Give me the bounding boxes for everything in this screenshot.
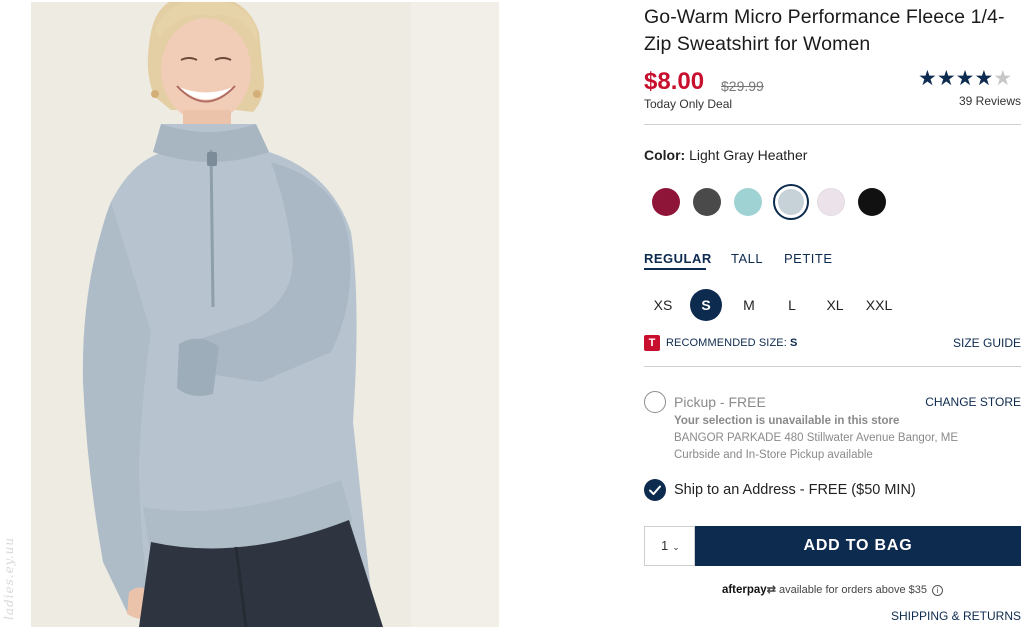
pickup-radio[interactable] [644,391,666,413]
watermark: ladies.ey.uu [2,536,16,620]
star-icon: ★ [936,67,956,90]
divider [644,124,1021,125]
change-store-link[interactable]: CHANGE STORE [920,395,1021,409]
afterpay-logo: afterpay [721,584,767,596]
color-label: Color: [644,147,686,163]
color-label-row: Color: Light Gray Heather [644,147,807,163]
size-option-m[interactable]: M [733,289,765,321]
color-swatch-aqua[interactable] [734,188,762,216]
recommended-size-icon: T [644,335,660,351]
recommended-size-value: S [790,337,798,349]
recommended-size-label: RECOMMENDED SIZE: [666,337,787,349]
color-swatch-light-gray-heather[interactable] [773,184,809,220]
deal-label: Today Only Deal [644,97,733,111]
star-icon: ★ [974,67,994,90]
size-guide-link[interactable]: SIZE GUIDE [930,336,1021,350]
chevron-down-icon: ⌄ [672,542,680,552]
divider [644,366,1021,367]
size-option-s[interactable]: S [690,289,722,321]
color-swatch-charcoal-camo[interactable] [693,188,721,216]
add-to-bag-button[interactable]: ADD TO BAG [695,526,1021,566]
size-option-xs[interactable]: XS [647,289,679,321]
color-swatch-pale-lilac[interactable] [817,188,845,216]
fit-tab-tall[interactable]: TALL [731,251,763,266]
size-option-l[interactable]: L [776,289,808,321]
store-unavailable-text: Your selection is unavailable in this st… [674,415,900,427]
fit-tab-petite[interactable]: PETITE [784,251,833,266]
afterpay-arrows-icon: ⇄ [766,584,776,596]
sale-price: $8.00 [644,68,705,95]
recommended-size: RECOMMENDED SIZE: S [666,337,797,349]
quantity-select[interactable]: 1 ⌄ [644,526,695,566]
color-swatch-burgundy[interactable] [652,188,680,216]
product-image [31,2,499,627]
star-icon: ★ [955,67,975,90]
afterpay-message: afterpay⇄ available for orders above $35… [644,583,1021,596]
ship-to-address-radio[interactable] [644,479,666,501]
original-price: $29.99 [721,78,764,94]
ship-to-address-label: Ship to an Address - FREE ($50 MIN) [674,482,916,498]
afterpay-text: available for orders above $35 [778,584,927,596]
star-icon: ★ [993,67,1013,90]
color-swatch-black[interactable] [858,188,886,216]
rating-stars[interactable]: ★★★★★ [918,67,1012,91]
quantity-value: 1 [661,538,669,553]
shipping-returns-link[interactable]: SHIPPING & RETURNS [880,609,1021,623]
star-icon: ★ [918,67,937,90]
swatch-fill [778,189,804,215]
size-option-xl[interactable]: XL [819,289,851,321]
fit-tab-underline [644,268,706,270]
fit-tab-regular[interactable]: REGULAR [644,251,712,266]
reviews-link[interactable]: 39 Reviews [920,94,1021,108]
info-icon[interactable]: i [932,584,944,596]
product-title: Go-Warm Micro Performance Fleece 1/4-Zip… [644,6,1005,55]
store-address: BANGOR PARKADE 480 Stillwater Avenue Ban… [674,432,959,444]
pickup-label: Pickup - FREE [674,394,766,410]
checkmark-icon [649,485,661,495]
selected-color-name: Light Gray Heather [689,147,808,163]
size-option-xxl[interactable]: XXL [862,289,896,321]
curbside-text: Curbside and In-Store Pickup available [674,449,873,461]
